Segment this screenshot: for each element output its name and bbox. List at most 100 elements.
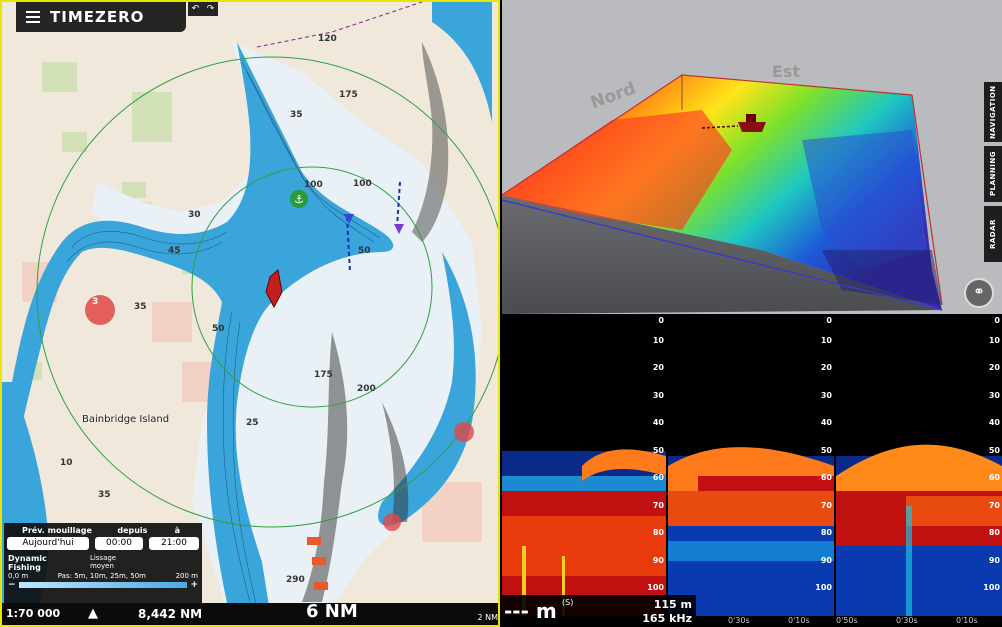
depth-scale-tick: 10 bbox=[820, 336, 832, 345]
depth-label: 50 bbox=[212, 324, 225, 334]
depth-scale-tick: 10 bbox=[988, 336, 1000, 345]
depth-scale-tick: 90 bbox=[652, 556, 664, 565]
marker-number: 3 bbox=[92, 297, 99, 307]
depth-scale-tick: 60 bbox=[652, 473, 664, 482]
depth-label: 45 bbox=[168, 246, 181, 256]
chart-status-bar: 1:70 000 ▲ 8,442 NM 6 NM 2 NM bbox=[2, 601, 498, 625]
depth-scale-tick: 40 bbox=[988, 418, 1000, 427]
smoothing-label: Lissage moyen bbox=[89, 554, 117, 570]
depth-scale-tick: 100 bbox=[815, 583, 832, 592]
depth-scale-tick: 40 bbox=[652, 418, 664, 427]
chart-scale: 1:70 000 bbox=[6, 607, 61, 620]
depth-label: 25 bbox=[246, 418, 259, 428]
depth-label: 175 bbox=[339, 90, 358, 100]
hamburger-menu-icon bbox=[26, 8, 40, 26]
app-logo: TIMEZERO bbox=[50, 8, 145, 26]
sonar-view-2[interactable]: 0 10 20 30 40 50 60 70 80 90 100 0'30s 0… bbox=[668, 316, 834, 627]
scale-step-label: Pas: 5m, 10m, 25m, 50m bbox=[57, 572, 146, 580]
main-menu-button[interactable]: TIMEZERO bbox=[16, 2, 186, 32]
end-time-field[interactable]: 21:00 bbox=[149, 537, 199, 550]
frequency-value: 165 kHz bbox=[642, 612, 692, 625]
depth-label: 120 bbox=[318, 34, 337, 44]
depth-scale-tick: 30 bbox=[988, 391, 1000, 400]
tab-planning[interactable]: PLANNING bbox=[984, 146, 1002, 202]
since-label: depuis bbox=[117, 526, 148, 535]
date-select[interactable]: Aujourd'hui bbox=[7, 537, 89, 550]
depth-scale-tick: 20 bbox=[820, 363, 832, 372]
depth-scale-tick: 80 bbox=[652, 528, 664, 537]
depth-scale-tick: 50 bbox=[652, 446, 664, 455]
depth-scale-tick: 50 bbox=[988, 446, 1000, 455]
depth-label: 50 bbox=[358, 246, 371, 256]
increase-button[interactable]: + bbox=[190, 580, 198, 590]
start-time-field[interactable]: 00:00 bbox=[95, 537, 143, 550]
depth-scale-tick: 30 bbox=[652, 391, 664, 400]
anchor-alarm-marker bbox=[85, 295, 115, 325]
previous-anchor-label: Prév. mouillage bbox=[22, 526, 92, 535]
sonar-echo-2 bbox=[668, 447, 834, 616]
depth-scale-tick: 70 bbox=[988, 501, 1000, 510]
depth-scale-tick: 70 bbox=[652, 501, 664, 510]
sonar-view-3[interactable]: 0 10 20 30 40 50 60 70 80 90 100 0'30s 0… bbox=[836, 316, 1002, 627]
place-label-bainbridge: Bainbridge Island bbox=[82, 414, 170, 425]
to-label: à bbox=[174, 526, 180, 535]
link-icon: ⚭ bbox=[973, 284, 985, 300]
sonar-view-1[interactable]: 0 10 20 30 40 50 60 70 80 90 100 bbox=[502, 316, 666, 627]
range-readout: 8,442 NM bbox=[138, 607, 203, 621]
north-up-icon[interactable]: ▲ bbox=[88, 606, 98, 621]
time-label: 0'10s bbox=[956, 616, 978, 625]
three-d-view-pane[interactable]: Nord Est NAVIGATION PLANNING RADAR ⚭ bbox=[502, 0, 1002, 314]
scale-max-label: 200 m bbox=[175, 572, 198, 580]
top-toolbar: TIMEZERO ↶ ↷ bbox=[2, 2, 498, 32]
redo-icon[interactable]: ↷ bbox=[207, 4, 215, 14]
depth-scale-tick: 20 bbox=[652, 363, 664, 372]
depth-scale-tick: 90 bbox=[820, 556, 832, 565]
depth-scale-tick: 80 bbox=[988, 528, 1000, 537]
depth-label: 30 bbox=[188, 210, 201, 220]
depth-scale-tick: 20 bbox=[988, 363, 1000, 372]
depth-label: 100 bbox=[353, 179, 372, 189]
depth-scale-tick: 10 bbox=[652, 336, 664, 345]
anchor-history-panel: Prév. mouillage depuis à Aujourd'hui 00:… bbox=[4, 523, 202, 603]
depth-label: 200 bbox=[357, 384, 376, 394]
time-label: 0'10s bbox=[788, 616, 810, 625]
depth-label: 35 bbox=[98, 490, 111, 500]
depth-scale-track[interactable] bbox=[18, 582, 188, 588]
depth-label: 290 bbox=[286, 575, 305, 585]
link-button[interactable]: ⚭ bbox=[964, 278, 994, 308]
tab-navigation[interactable]: NAVIGATION bbox=[984, 82, 1002, 142]
tab-radar[interactable]: RADAR bbox=[984, 206, 1002, 262]
depth-label: 175 bbox=[314, 370, 333, 380]
svg-text:⚓: ⚓ bbox=[294, 193, 304, 206]
scale-min-label: 0,0 m bbox=[8, 572, 29, 580]
depth-label: 35 bbox=[290, 110, 303, 120]
nautical-chart-pane[interactable]: ⚓ 120 175 35 100 50 45 35 50 175 200 25 … bbox=[0, 0, 500, 627]
dynamic-fishing-title: Dynamic Fishing bbox=[8, 554, 47, 572]
depth-scale-tick: 80 bbox=[820, 528, 832, 537]
sonar-echo-3 bbox=[836, 444, 1002, 616]
depth-scale-slider[interactable]: − + bbox=[8, 580, 198, 590]
depth-scale-tick: 60 bbox=[820, 473, 832, 482]
depth-scale-tick: 0 bbox=[994, 316, 1000, 325]
depth-source-label: (S) bbox=[562, 598, 574, 607]
depth-label: 35 bbox=[134, 302, 147, 312]
time-label: 0'30s bbox=[896, 616, 918, 625]
undo-redo-group: ↶ ↷ bbox=[188, 2, 218, 16]
depth-scale-tick: 0 bbox=[826, 316, 832, 325]
depth-label: 10 bbox=[60, 458, 73, 468]
depth-scale-tick: 30 bbox=[820, 391, 832, 400]
decrease-button[interactable]: − bbox=[8, 580, 16, 590]
time-label: 0'50s bbox=[836, 616, 858, 625]
zoom-range-readout[interactable]: 6 NM bbox=[306, 601, 358, 622]
depth-scale-tick: 70 bbox=[820, 501, 832, 510]
depth-display: --- m bbox=[504, 599, 557, 623]
undo-icon[interactable]: ↶ bbox=[192, 4, 200, 14]
corner-range-readout: 2 NM bbox=[477, 613, 498, 622]
depth-scale-tick: 100 bbox=[983, 583, 1000, 592]
sonar-depth-readout: --- m (S) 115 m 165 kHz bbox=[502, 595, 696, 627]
three-d-terrain[interactable] bbox=[502, 0, 1002, 314]
depth-scale-tick: 90 bbox=[988, 556, 1000, 565]
range-depth-value: 115 m bbox=[653, 598, 692, 611]
depth-scale-tick: 50 bbox=[820, 446, 832, 455]
depth-scale-tick: 0 bbox=[658, 316, 664, 325]
